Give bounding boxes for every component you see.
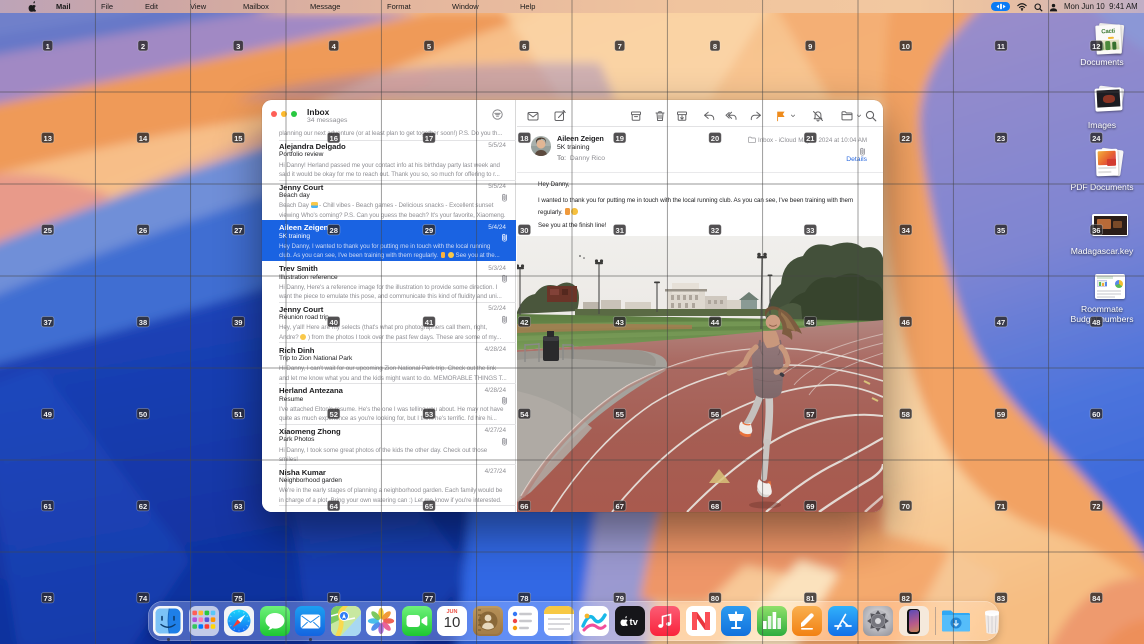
svg-text:3: 3 <box>236 42 240 51</box>
svg-text:83: 83 <box>997 594 1005 603</box>
svg-text:38: 38 <box>139 318 147 327</box>
svg-text:59: 59 <box>997 410 1005 419</box>
svg-text:71: 71 <box>997 502 1006 511</box>
svg-text:36: 36 <box>1092 226 1100 235</box>
svg-text:70: 70 <box>901 502 909 511</box>
svg-text:10: 10 <box>901 42 909 51</box>
svg-text:53: 53 <box>425 410 433 419</box>
svg-text:11: 11 <box>997 42 1006 51</box>
svg-text:28: 28 <box>329 226 337 235</box>
svg-text:81: 81 <box>806 594 815 603</box>
svg-text:84: 84 <box>1092 594 1101 603</box>
svg-text:47: 47 <box>997 318 1005 327</box>
svg-text:27: 27 <box>234 226 242 235</box>
svg-text:42: 42 <box>520 318 528 327</box>
svg-text:65: 65 <box>425 502 434 511</box>
svg-text:15: 15 <box>234 134 243 143</box>
svg-text:76: 76 <box>329 594 337 603</box>
svg-text:57: 57 <box>806 410 814 419</box>
svg-text:24: 24 <box>1092 134 1101 143</box>
svg-text:2: 2 <box>141 42 145 51</box>
svg-text:12: 12 <box>1092 42 1100 51</box>
svg-text:51: 51 <box>234 410 243 419</box>
svg-text:49: 49 <box>43 410 51 419</box>
svg-text:35: 35 <box>997 226 1006 235</box>
svg-text:56: 56 <box>711 410 719 419</box>
svg-text:40: 40 <box>329 318 337 327</box>
svg-text:16: 16 <box>329 134 337 143</box>
svg-text:72: 72 <box>1092 502 1100 511</box>
svg-text:45: 45 <box>806 318 815 327</box>
svg-text:19: 19 <box>615 134 623 143</box>
svg-text:80: 80 <box>711 594 719 603</box>
svg-text:64: 64 <box>329 502 338 511</box>
svg-text:48: 48 <box>1092 318 1100 327</box>
svg-text:22: 22 <box>901 134 909 143</box>
svg-text:37: 37 <box>43 318 51 327</box>
svg-text:44: 44 <box>711 318 720 327</box>
svg-text:20: 20 <box>711 134 719 143</box>
svg-text:62: 62 <box>139 502 147 511</box>
svg-text:52: 52 <box>329 410 337 419</box>
svg-text:67: 67 <box>615 502 623 511</box>
svg-text:30: 30 <box>520 226 528 235</box>
svg-text:46: 46 <box>901 318 909 327</box>
svg-text:43: 43 <box>615 318 623 327</box>
svg-text:73: 73 <box>43 594 51 603</box>
svg-text:33: 33 <box>806 226 814 235</box>
svg-text:75: 75 <box>234 594 243 603</box>
svg-text:21: 21 <box>806 134 815 143</box>
svg-text:68: 68 <box>711 502 719 511</box>
svg-text:17: 17 <box>425 134 433 143</box>
svg-text:8: 8 <box>713 42 717 51</box>
svg-text:55: 55 <box>615 410 624 419</box>
svg-text:77: 77 <box>425 594 433 603</box>
svg-text:6: 6 <box>522 42 526 51</box>
svg-text:58: 58 <box>901 410 909 419</box>
svg-text:54: 54 <box>520 410 529 419</box>
svg-text:41: 41 <box>425 318 434 327</box>
svg-text:63: 63 <box>234 502 242 511</box>
svg-text:23: 23 <box>997 134 1005 143</box>
svg-text:7: 7 <box>618 42 622 51</box>
svg-text:78: 78 <box>520 594 528 603</box>
svg-text:31: 31 <box>615 226 624 235</box>
svg-text:14: 14 <box>139 134 148 143</box>
svg-text:39: 39 <box>234 318 242 327</box>
svg-text:18: 18 <box>520 134 528 143</box>
svg-text:29: 29 <box>425 226 433 235</box>
svg-text:32: 32 <box>711 226 719 235</box>
svg-text:26: 26 <box>139 226 147 235</box>
svg-text:34: 34 <box>901 226 910 235</box>
svg-text:9: 9 <box>808 42 812 51</box>
svg-text:74: 74 <box>139 594 148 603</box>
svg-text:69: 69 <box>806 502 814 511</box>
svg-text:50: 50 <box>139 410 147 419</box>
svg-text:79: 79 <box>615 594 623 603</box>
svg-text:13: 13 <box>43 134 51 143</box>
svg-text:25: 25 <box>43 226 52 235</box>
svg-text:60: 60 <box>1092 410 1100 419</box>
svg-text:66: 66 <box>520 502 528 511</box>
svg-text:82: 82 <box>901 594 909 603</box>
svg-text:61: 61 <box>43 502 52 511</box>
